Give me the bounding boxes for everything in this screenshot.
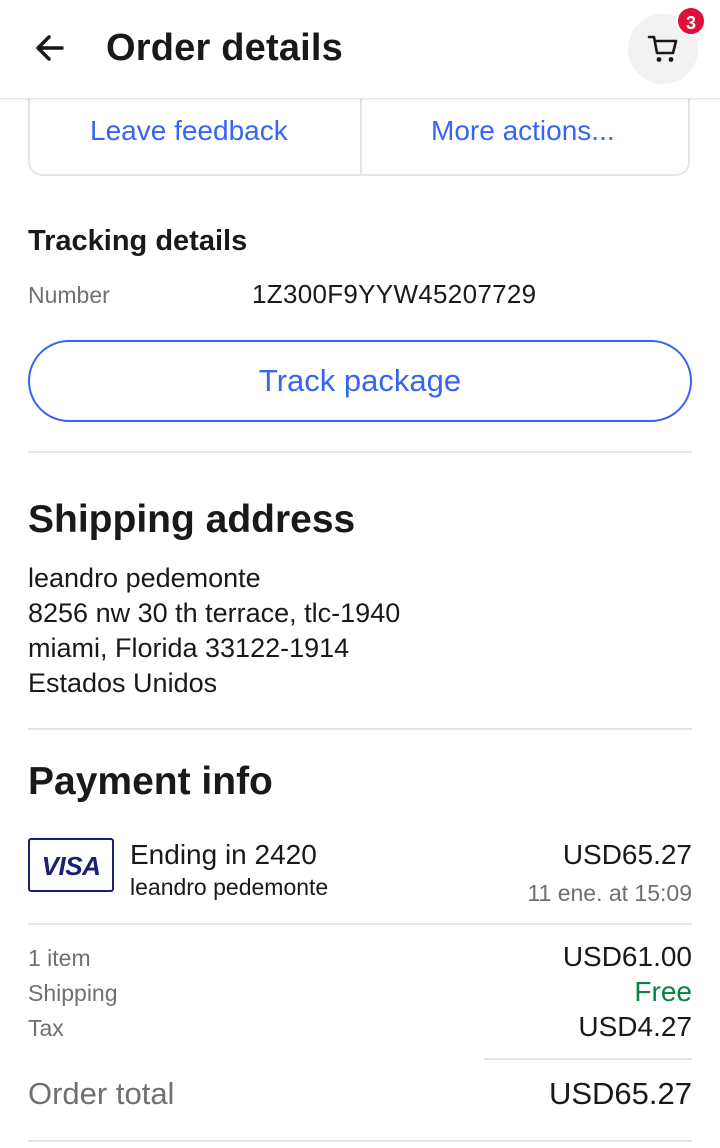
cart-icon xyxy=(647,35,678,62)
total-divider xyxy=(484,1058,692,1060)
tax-value: USD4.27 xyxy=(578,1011,692,1042)
visa-logo-text: VISA xyxy=(41,851,101,881)
address-line: leandro pedemonte xyxy=(28,563,261,593)
section-divider xyxy=(28,1140,692,1142)
payment-date: 11 ene. at 15:09 xyxy=(527,880,692,906)
actions-divider xyxy=(360,88,362,176)
leave-feedback-link[interactable]: Leave feedback xyxy=(90,112,288,150)
top-app-bar: Order details 3 xyxy=(0,0,720,99)
track-package-button[interactable]: Track package xyxy=(28,340,692,422)
visa-card-logo: VISA xyxy=(28,838,114,892)
address-line: miami, Florida 33122-1914 xyxy=(28,633,350,663)
payment-amount: USD65.27 xyxy=(562,839,692,870)
payment-info-heading: Payment info xyxy=(28,760,273,803)
shipping-cost-value: Free xyxy=(634,976,692,1007)
cart-count-badge: 3 xyxy=(676,6,706,36)
items-subtotal-value: USD61.00 xyxy=(562,941,692,972)
more-actions-link[interactable]: More actions... xyxy=(431,112,615,150)
back-arrow-icon[interactable] xyxy=(30,28,70,68)
shipping-cost-label: Shipping xyxy=(28,980,118,1006)
order-actions-card: Leave feedback More actions... xyxy=(28,88,690,176)
page-title: Order details xyxy=(106,27,344,69)
section-divider xyxy=(28,923,692,925)
card-ending-text: Ending in 2420 xyxy=(130,839,317,870)
tracking-details-heading: Tracking details xyxy=(28,225,248,257)
order-total-label: Order total xyxy=(28,1076,175,1111)
tracking-number-value: 1Z300F9YYW45207729 xyxy=(252,279,537,309)
section-divider xyxy=(28,728,692,730)
address-line: 8256 nw 30 th terrace, tlc-1940 xyxy=(28,598,401,628)
tax-label: Tax xyxy=(28,1015,64,1041)
address-line: Estados Unidos xyxy=(28,668,218,698)
order-total-value: USD65.27 xyxy=(548,1076,692,1111)
card-holder-name: leandro pedemonte xyxy=(130,874,329,900)
shipping-address-heading: Shipping address xyxy=(28,498,356,541)
section-divider xyxy=(28,451,692,453)
tracking-number-label: Number xyxy=(28,282,110,308)
items-count-label: 1 item xyxy=(28,945,91,971)
